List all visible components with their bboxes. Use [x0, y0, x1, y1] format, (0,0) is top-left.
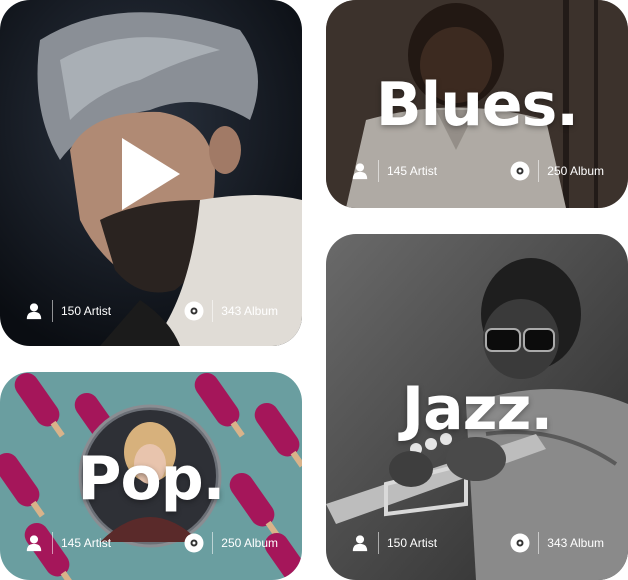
artist-count-label: 145 Artist — [61, 536, 112, 550]
artist-count: 145 Artist — [350, 160, 437, 182]
divider — [538, 532, 540, 554]
disc-icon — [184, 533, 204, 553]
featured-stats: 150 Artist 343 Album — [0, 296, 302, 326]
divider — [52, 300, 53, 322]
person-icon — [24, 301, 44, 321]
divider — [538, 160, 540, 182]
album-count-label: 343 Album — [547, 536, 604, 550]
artist-count: 145 Artist — [24, 532, 111, 554]
person-icon — [350, 533, 370, 553]
artist-count-label: 145 Artist — [387, 164, 438, 178]
divider — [52, 532, 53, 554]
genre-title: Pop. — [77, 444, 226, 514]
blues-stats: 145 Artist 250 Album — [326, 156, 628, 186]
play-button[interactable] — [118, 134, 188, 214]
divider — [212, 300, 214, 322]
genre-card-pop[interactable]: Pop. 145 Artist 250 Album — [0, 372, 302, 580]
album-count-label: 250 Album — [221, 536, 278, 550]
artist-count: 150 Artist — [24, 300, 111, 322]
genre-title: Jazz. — [401, 374, 553, 444]
disc-icon — [510, 161, 530, 181]
artist-count: 150 Artist — [350, 532, 437, 554]
pop-stats: 145 Artist 250 Album — [0, 528, 302, 558]
genre-card-jazz[interactable]: Jazz. 150 Artist 343 Album — [326, 234, 628, 580]
person-icon — [350, 161, 370, 181]
artist-count-label: 150 Artist — [61, 304, 112, 318]
album-count-label: 250 Album — [547, 164, 604, 178]
album-count-label: 343 Album — [221, 304, 278, 318]
jazz-stats: 150 Artist 343 Album — [326, 528, 628, 558]
genre-card-blues[interactable]: Blues. 145 Artist 250 Album — [326, 0, 628, 208]
genre-title: Blues. — [375, 70, 579, 140]
divider — [378, 532, 379, 554]
person-icon — [24, 533, 44, 553]
disc-icon — [510, 533, 530, 553]
featured-genre-card[interactable]: 150 Artist 343 Album — [0, 0, 302, 346]
album-count: 343 Album — [184, 300, 278, 322]
artist-count-label: 150 Artist — [387, 536, 438, 550]
disc-icon — [184, 301, 204, 321]
album-count: 343 Album — [510, 532, 604, 554]
divider — [378, 160, 379, 182]
album-count: 250 Album — [510, 160, 604, 182]
album-count: 250 Album — [184, 532, 278, 554]
divider — [212, 532, 214, 554]
play-icon — [122, 138, 180, 210]
